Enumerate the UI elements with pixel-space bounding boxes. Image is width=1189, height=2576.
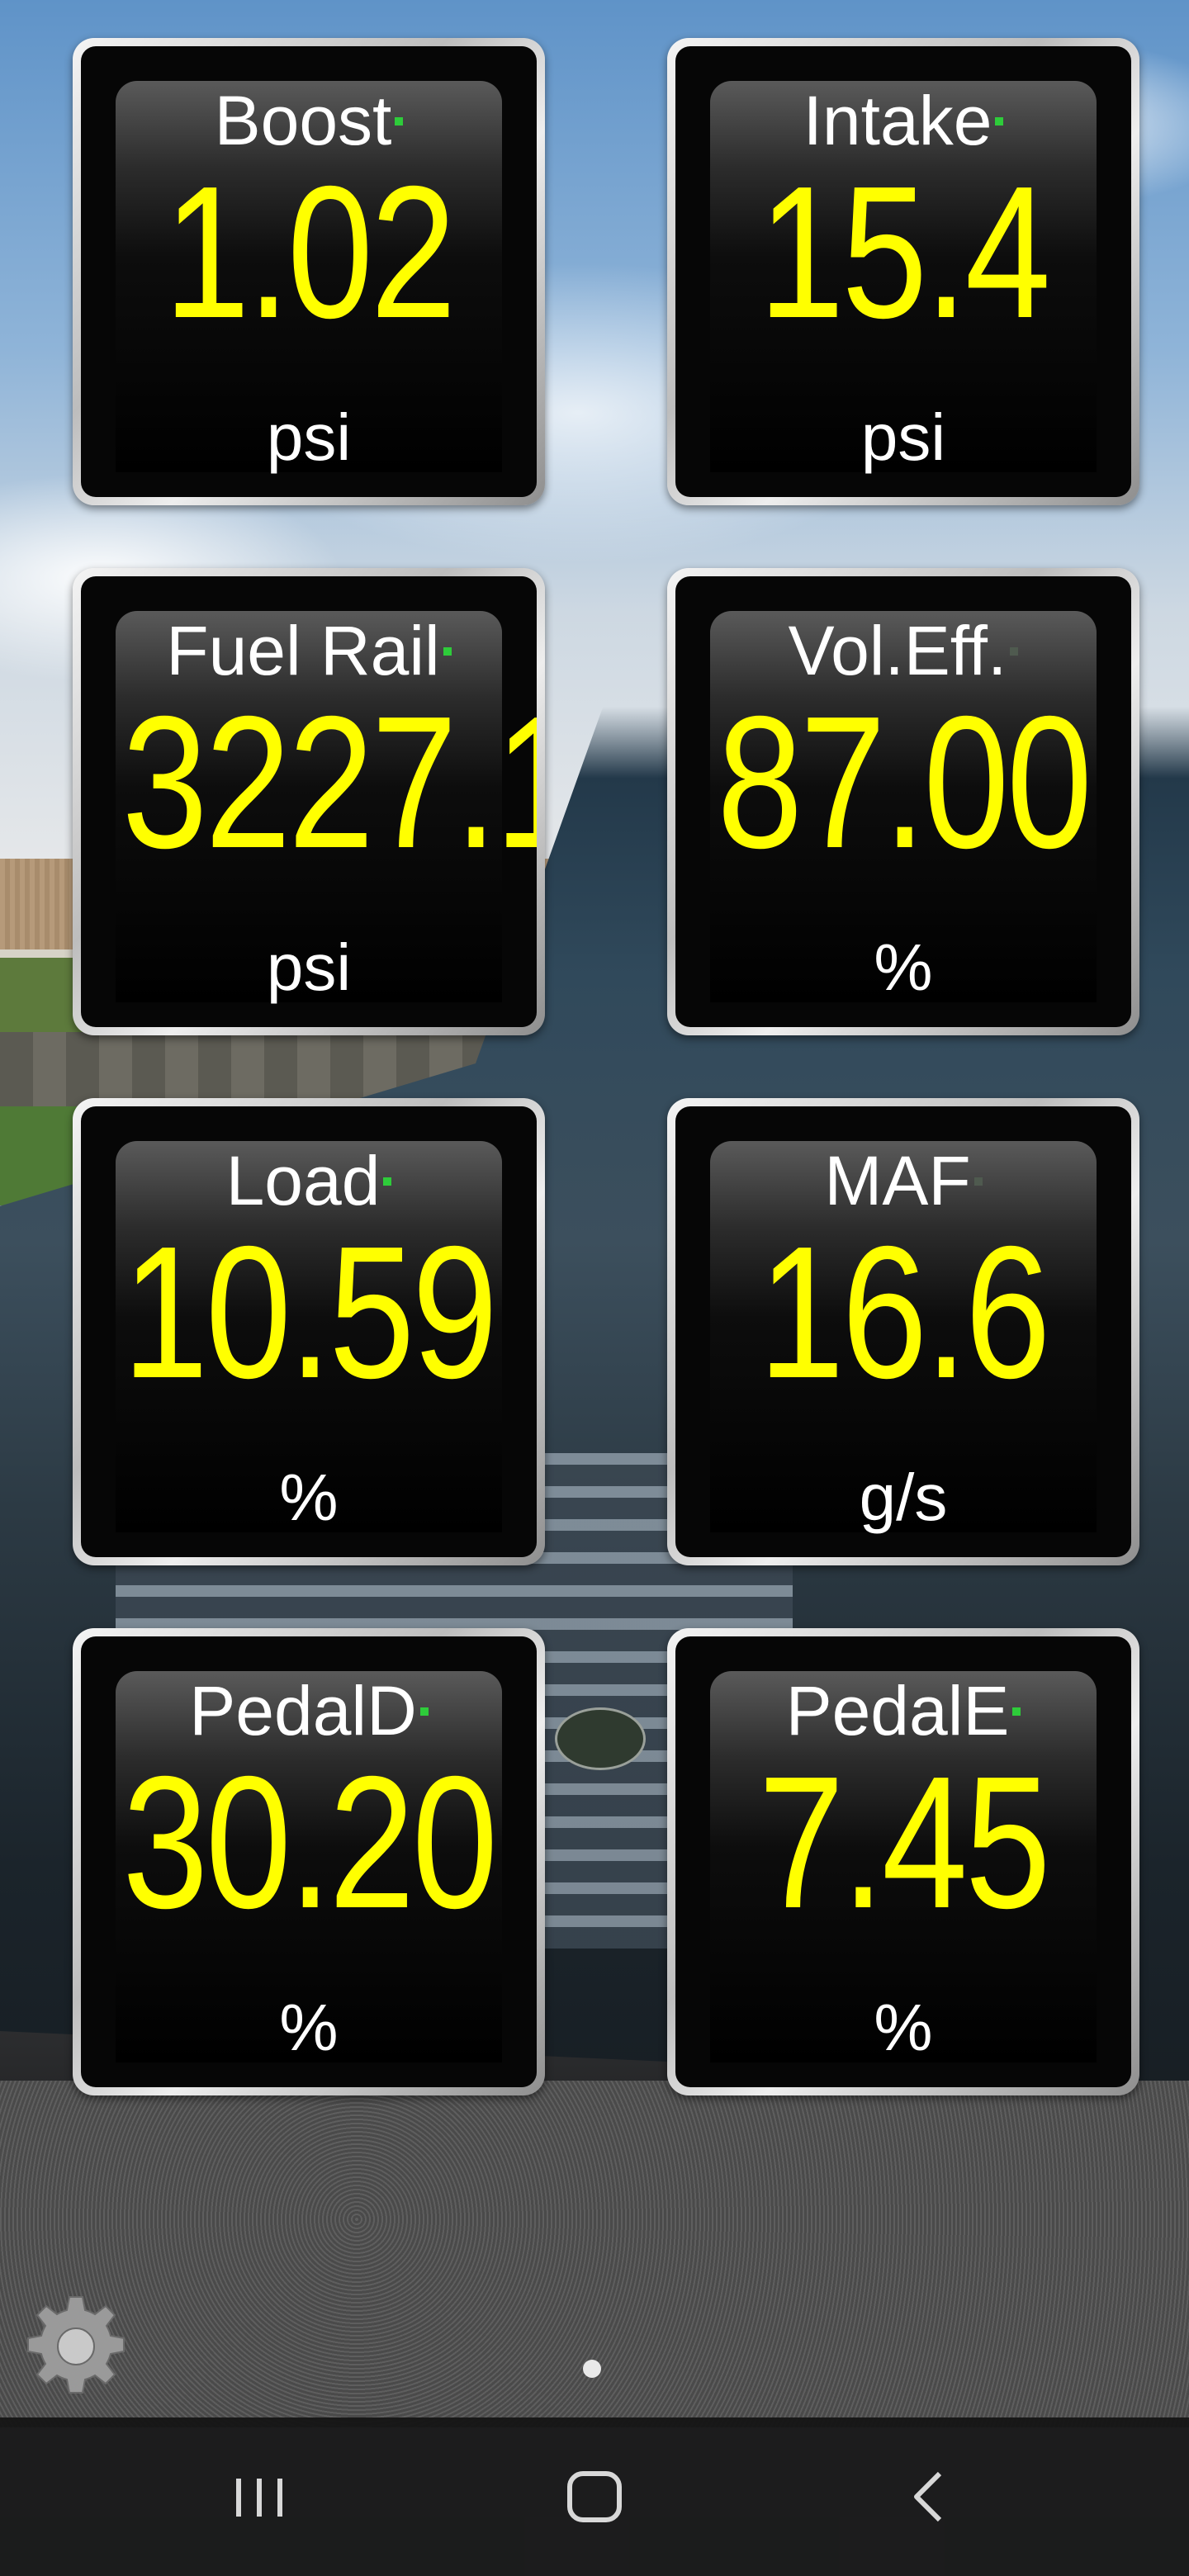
status-indicator: [395, 116, 404, 125]
gauge-maf[interactable]: MAF 16.6 g/s: [667, 1098, 1139, 1565]
status-indicator: [443, 646, 452, 656]
status-indicator: [973, 1177, 983, 1186]
gauge-intake[interactable]: Intake 15.4 psi: [667, 38, 1139, 505]
gauge-pedal-d[interactable]: PedalD 30.20 %: [73, 1628, 545, 2095]
gauge-unit: psi: [266, 400, 352, 474]
gauge-value: 10.59: [122, 1208, 498, 1418]
back-icon: [914, 2471, 942, 2522]
gauge-fuel-rail[interactable]: Fuel Rail 3227.1 psi: [73, 568, 545, 1035]
gauge-unit: g/s: [859, 1461, 948, 1534]
gauge-unit: psi: [266, 930, 352, 1004]
gauge-value: 3227.1: [121, 678, 537, 888]
status-indicator: [419, 1707, 429, 1716]
gauge-value: 15.4: [758, 148, 1051, 358]
background-badge: [555, 1707, 646, 1770]
gauge-load[interactable]: Load 10.59 %: [73, 1098, 545, 1565]
gauge-value: 30.20: [122, 1738, 498, 1948]
recents-icon: [236, 2479, 282, 2517]
status-indicator: [383, 1177, 392, 1186]
settings-button[interactable]: [18, 2289, 134, 2404]
gauge-unit: %: [279, 1461, 339, 1534]
gauge-boost[interactable]: Boost 1.02 psi: [73, 38, 545, 505]
gear-icon: [27, 2296, 125, 2394]
home-button[interactable]: [545, 2464, 644, 2530]
gauge-unit: %: [874, 1991, 933, 2064]
status-indicator: [1012, 1707, 1021, 1716]
back-button[interactable]: [880, 2464, 979, 2530]
gauge-pedal-e[interactable]: PedalE 7.45 %: [667, 1628, 1139, 2095]
status-indicator: [1010, 646, 1019, 656]
recents-button[interactable]: [210, 2464, 309, 2530]
status-indicator: [995, 116, 1004, 125]
page-indicator-dot: [583, 2360, 601, 2378]
gauge-value: 16.6: [758, 1208, 1051, 1418]
gauge-value: 1.02: [163, 148, 457, 358]
gauge-unit: %: [874, 930, 933, 1004]
home-icon: [567, 2471, 622, 2522]
system-nav-bar: [0, 2417, 1189, 2576]
gauge-value: 87.00: [717, 678, 1092, 888]
gauge-value: 7.45: [758, 1738, 1051, 1948]
gauge-unit: %: [279, 1991, 339, 2064]
gauge-vol-eff[interactable]: Vol.Eff. 87.00 %: [667, 568, 1139, 1035]
gauge-unit: psi: [860, 400, 946, 474]
